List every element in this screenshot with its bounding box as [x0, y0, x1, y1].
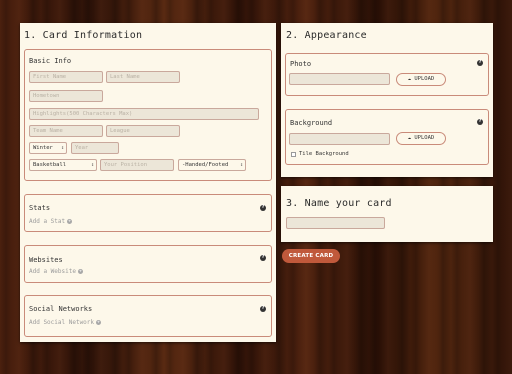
- season-value: Winter: [33, 145, 53, 151]
- appearance-panel: 2. Appearance Photo ? ☁ UPLOAD Backgroun…: [281, 23, 493, 177]
- card-information-heading: 1. Card Information: [24, 30, 143, 41]
- card-name-input[interactable]: [286, 217, 385, 229]
- chevron-updown-icon: ↕: [60, 145, 64, 151]
- websites-section: Websites ? Add a Website +: [24, 245, 272, 283]
- photo-label: Photo: [290, 60, 312, 68]
- plus-circle-icon: +: [67, 219, 73, 224]
- appearance-heading: 2. Appearance: [286, 30, 367, 41]
- create-card-button[interactable]: CREATE CARD: [282, 249, 340, 263]
- chevron-updown-icon: ↕: [90, 162, 94, 168]
- first-name-input[interactable]: First Name: [29, 71, 103, 83]
- tile-background-label: Tile Background: [299, 151, 349, 157]
- stats-label: Stats: [29, 204, 51, 212]
- highlights-input[interactable]: Highlights(500 Characters Max): [29, 108, 259, 120]
- handed-value: -Handed/Footed: [182, 162, 229, 168]
- card-information-panel: 1. Card Information Basic Info First Nam…: [20, 23, 276, 342]
- background-section: Background ? ☁ UPLOAD Tile Background: [285, 109, 489, 165]
- position-input[interactable]: Your Position: [100, 159, 174, 171]
- background-upload-button[interactable]: ☁ UPLOAD: [396, 132, 446, 145]
- help-icon[interactable]: ?: [477, 60, 483, 66]
- name-card-heading: 3. Name your card: [286, 198, 392, 209]
- background-file-input[interactable]: [289, 133, 390, 145]
- photo-file-input[interactable]: [289, 73, 390, 85]
- season-select[interactable]: Winter ↕: [29, 142, 67, 154]
- social-networks-section: Social Networks ? Add Social Network +: [24, 295, 272, 337]
- photo-upload-label: UPLOAD: [414, 76, 435, 82]
- add-social-network-label: Add Social Network: [29, 319, 95, 326]
- help-icon[interactable]: ?: [260, 205, 266, 211]
- add-stat-link[interactable]: Add a Stat +: [29, 218, 73, 225]
- team-name-input[interactable]: Team Name: [29, 125, 103, 137]
- hometown-input[interactable]: Hometown: [29, 90, 103, 102]
- sport-select[interactable]: Basketball ↕: [29, 159, 97, 171]
- name-card-panel: 3. Name your card: [281, 186, 493, 242]
- help-icon[interactable]: ?: [260, 255, 266, 261]
- plus-circle-icon: +: [96, 320, 102, 325]
- plus-circle-icon: +: [77, 269, 83, 274]
- add-social-network-link[interactable]: Add Social Network +: [29, 319, 102, 326]
- stats-section: Stats ? Add a Stat +: [24, 194, 272, 232]
- help-icon[interactable]: ?: [477, 119, 483, 125]
- tile-background-checkbox[interactable]: [291, 152, 296, 157]
- cloud-upload-icon: ☁: [407, 76, 412, 82]
- last-name-input[interactable]: Last Name: [106, 71, 180, 83]
- chevron-updown-icon: ↕: [239, 162, 243, 168]
- cloud-upload-icon: ☁: [407, 135, 412, 141]
- basic-info-section: Basic Info First Name Last Name Hometown…: [24, 49, 272, 181]
- websites-label: Websites: [29, 256, 63, 264]
- background-upload-label: UPLOAD: [414, 135, 435, 141]
- add-website-label: Add a Website: [29, 268, 76, 275]
- photo-section: Photo ? ☁ UPLOAD: [285, 53, 489, 96]
- handed-select[interactable]: -Handed/Footed ↕: [178, 159, 246, 171]
- year-input[interactable]: Year: [71, 142, 119, 154]
- add-stat-label: Add a Stat: [29, 218, 66, 225]
- background-label: Background: [290, 119, 333, 127]
- sport-value: Basketball: [33, 162, 67, 168]
- photo-upload-button[interactable]: ☁ UPLOAD: [396, 73, 446, 86]
- basic-info-label: Basic Info: [29, 57, 72, 65]
- add-website-link[interactable]: Add a Website +: [29, 268, 83, 275]
- league-input[interactable]: League: [106, 125, 180, 137]
- help-icon[interactable]: ?: [260, 306, 266, 312]
- social-networks-label: Social Networks: [29, 305, 93, 313]
